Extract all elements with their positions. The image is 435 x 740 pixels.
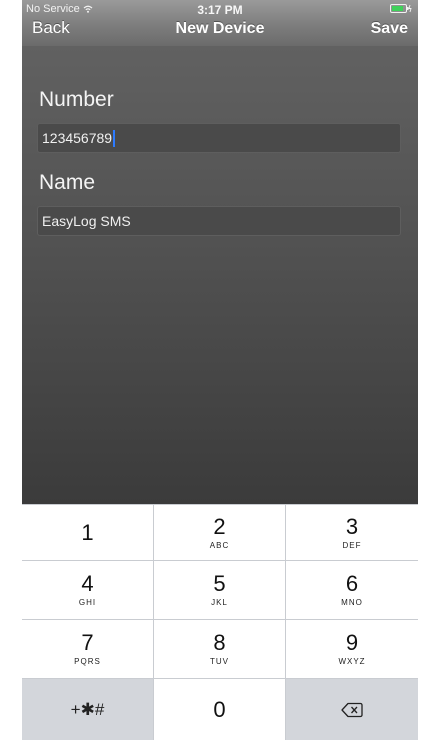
key-letters: GHI xyxy=(78,598,97,607)
text-caret xyxy=(113,129,116,147)
device-form: Number 123456789 Name EasyLog SMS xyxy=(22,46,418,504)
navigation-bar: No Service 3:17 PM Back New Device Save xyxy=(22,0,418,46)
key-5[interactable]: 5 JKL xyxy=(154,561,285,619)
key-letters: JKL xyxy=(211,598,228,607)
key-digit: 9 xyxy=(345,630,359,655)
name-field[interactable]: EasyLog SMS xyxy=(37,206,401,236)
key-digit: 7 xyxy=(81,630,94,655)
battery-icon xyxy=(390,4,412,13)
key-2[interactable]: 2 ABC xyxy=(154,505,285,560)
key-digit: 8 xyxy=(213,630,226,655)
key-digit: 1 xyxy=(81,519,94,545)
key-letters: DEF xyxy=(342,540,362,550)
numeric-keypad: 1 2 ABC 3 DEF 4 GHI 5 JKL 6 MNO 7 PQRS 8 xyxy=(22,504,418,740)
delete-key[interactable] xyxy=(286,679,418,740)
page-title: New Device xyxy=(175,20,265,37)
key-digit: 0 xyxy=(213,696,226,722)
key-letters: TUV xyxy=(210,657,229,666)
name-label: Name xyxy=(39,171,96,194)
key-digit: 6 xyxy=(345,571,359,596)
key-digit: 3 xyxy=(345,513,359,539)
number-label: Number xyxy=(39,88,114,111)
key-letters: PQRS xyxy=(74,657,101,666)
key-1[interactable]: 1 xyxy=(22,505,153,560)
key-6[interactable]: 6 MNO xyxy=(286,561,418,619)
key-7[interactable]: 7 PQRS xyxy=(22,620,153,678)
key-letters: WXYZ xyxy=(338,657,366,666)
key-letters: ABC xyxy=(209,540,230,550)
key-8[interactable]: 8 TUV xyxy=(154,620,285,678)
key-9[interactable]: 9 WXYZ xyxy=(286,620,418,678)
key-digit: 2 xyxy=(213,513,226,539)
key-letters: MNO xyxy=(341,598,363,607)
number-value: 123456789 xyxy=(42,130,113,146)
key-3[interactable]: 3 DEF xyxy=(286,505,418,560)
key-digit: 4 xyxy=(81,571,94,596)
delete-backspace-icon xyxy=(341,702,363,717)
number-field[interactable]: 123456789 xyxy=(37,123,401,153)
key-4[interactable]: 4 GHI xyxy=(22,561,153,619)
symbols-label: +✱# xyxy=(70,699,105,719)
save-button[interactable]: Save xyxy=(371,20,408,38)
key-digit: 5 xyxy=(213,571,226,596)
screen: No Service 3:17 PM Back New Device Save … xyxy=(22,0,418,740)
symbols-key[interactable]: +✱# xyxy=(22,679,153,740)
name-value: EasyLog SMS xyxy=(42,213,131,229)
key-0[interactable]: 0 xyxy=(154,679,285,740)
status-time: 3:17 PM xyxy=(197,3,243,17)
